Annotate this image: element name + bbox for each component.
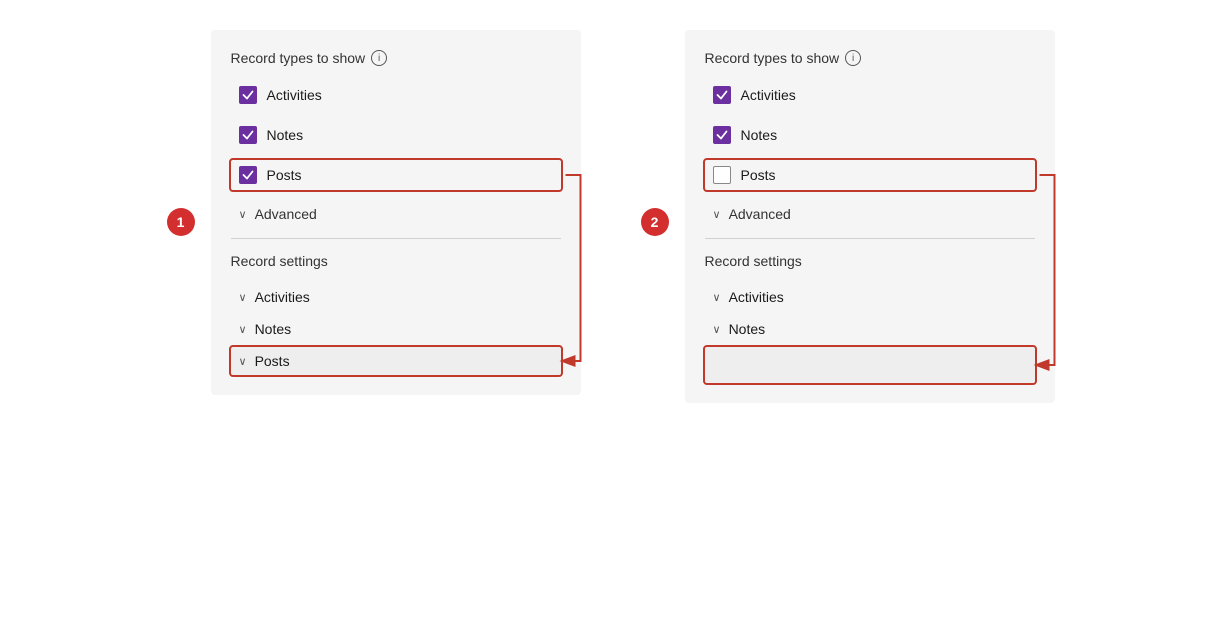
activities-checkbox-checked-1	[239, 86, 257, 104]
chevron-notes-2: ∨	[713, 323, 721, 336]
notes-checkbox-checked-1	[239, 126, 257, 144]
chevron-advanced-1: ∨	[239, 208, 247, 221]
posts-collapse-1[interactable]: ∨ Posts	[231, 347, 561, 375]
panel-2: Record types to show i Activities	[685, 30, 1055, 403]
record-types-title-1: Record types to show i	[231, 50, 561, 66]
activities-checkbox-checked-2	[713, 86, 731, 104]
info-icon-1: i	[371, 50, 387, 66]
activities-collapse-2[interactable]: ∨ Activities	[705, 283, 1035, 311]
chevron-activities-2: ∨	[713, 291, 721, 304]
panel-1: Record types to show i Activities	[211, 30, 581, 395]
posts-checkbox-row-2[interactable]: Posts	[705, 160, 1035, 190]
posts-checkbox-checked-1	[239, 166, 257, 184]
advanced-row-2[interactable]: ∨ Advanced	[705, 200, 1035, 228]
posts-label-1: Posts	[267, 167, 302, 183]
notes-label-2: Notes	[741, 127, 778, 143]
record-types-title-2: Record types to show i	[705, 50, 1035, 66]
activities-checkbox-row-2[interactable]: Activities	[705, 80, 1035, 110]
record-types-label-1: Record types to show	[231, 50, 366, 66]
posts-collapse-empty-2	[705, 347, 1035, 383]
posts-checkbox-row-1[interactable]: Posts	[231, 160, 561, 190]
record-types-label-2: Record types to show	[705, 50, 840, 66]
record-settings-title-2: Record settings	[705, 253, 1035, 269]
info-icon-2: i	[845, 50, 861, 66]
chevron-activities-1: ∨	[239, 291, 247, 304]
record-settings-title-1: Record settings	[231, 253, 561, 269]
badge-2: 2	[641, 208, 669, 236]
divider-1	[231, 238, 561, 239]
posts-collapse-label-1: Posts	[255, 353, 290, 369]
activities-collapse-1[interactable]: ∨ Activities	[231, 283, 561, 311]
divider-2	[705, 238, 1035, 239]
notes-checkbox-row-1[interactable]: Notes	[231, 120, 561, 150]
activities-label-1: Activities	[267, 87, 322, 103]
panel-1-wrapper: 1 Record types to show i Activities	[167, 30, 581, 403]
notes-collapse-label-1: Notes	[255, 321, 292, 337]
posts-label-2: Posts	[741, 167, 776, 183]
activities-label-2: Activities	[741, 87, 796, 103]
activities-collapse-label-1: Activities	[255, 289, 310, 305]
panel-2-wrapper: 2 Record types to show i Activities	[641, 30, 1055, 403]
notes-checkbox-row-2[interactable]: Notes	[705, 120, 1035, 150]
advanced-label-2: Advanced	[729, 206, 791, 222]
activities-collapse-label-2: Activities	[729, 289, 784, 305]
notes-collapse-1[interactable]: ∨ Notes	[231, 315, 561, 343]
notes-collapse-label-2: Notes	[729, 321, 766, 337]
notes-collapse-2[interactable]: ∨ Notes	[705, 315, 1035, 343]
panels-area: 1 Record types to show i Activities	[167, 30, 1055, 403]
posts-checkbox-unchecked-2	[713, 166, 731, 184]
advanced-row-1[interactable]: ∨ Advanced	[231, 200, 561, 228]
notes-checkbox-checked-2	[713, 126, 731, 144]
badge-1: 1	[167, 208, 195, 236]
notes-label-1: Notes	[267, 127, 304, 143]
chevron-posts-1: ∨	[239, 355, 247, 368]
advanced-label-1: Advanced	[255, 206, 317, 222]
chevron-advanced-2: ∨	[713, 208, 721, 221]
chevron-notes-1: ∨	[239, 323, 247, 336]
activities-checkbox-row-1[interactable]: Activities	[231, 80, 561, 110]
